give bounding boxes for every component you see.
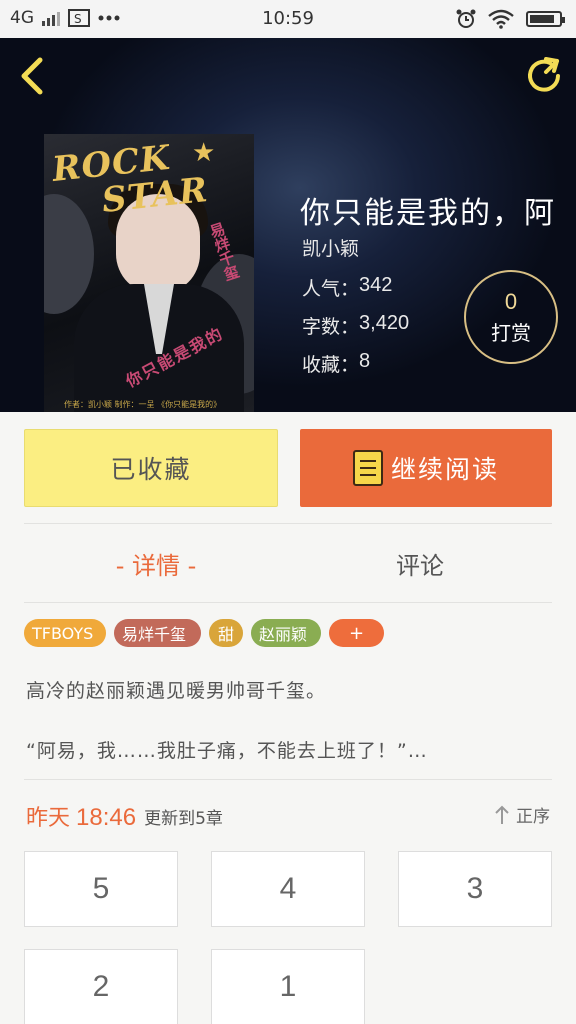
share-icon[interactable]	[524, 56, 564, 96]
status-bar: 4G S 10:59	[0, 0, 576, 38]
book-cover[interactable]: ROCK STAR ★ 易烊千玺 你只能是我的 作者：凯小颖 制作：一呈 《你只…	[44, 134, 254, 412]
divider	[24, 602, 552, 603]
stat-favorites: 收藏： 8	[302, 350, 371, 376]
tag-yiyang-qianxi[interactable]: 易烊千玺	[114, 619, 201, 647]
collected-label: 已收藏	[110, 455, 192, 484]
update-info: 昨天 18:46 更新到5章 正序	[26, 800, 552, 832]
book-icon	[352, 450, 383, 486]
continue-reading-label: 继续阅读	[390, 455, 499, 484]
tab-bar: - 详情 - 评论	[24, 524, 552, 602]
tab-details[interactable]: - 详情 -	[24, 524, 288, 602]
chapter-button[interactable]: 2	[24, 949, 178, 1024]
battery-icon	[526, 11, 565, 27]
stat-popularity: 人气： 342	[302, 274, 393, 300]
chapter-button[interactable]: 3	[398, 851, 552, 927]
sort-toggle[interactable]: 正序	[494, 802, 550, 827]
sort-label: 正序	[516, 807, 550, 827]
add-tag-button[interactable]: +	[329, 619, 384, 647]
chapter-button[interactable]: 5	[24, 851, 178, 927]
tag-sweet[interactable]: 甜	[209, 619, 243, 647]
tip-label: 打赏	[491, 320, 531, 345]
book-header: ROCK STAR ★ 易烊千玺 你只能是我的 作者：凯小颖 制作：一呈 《你只…	[0, 38, 576, 412]
book-title: 你只能是我的，阿	[300, 196, 556, 231]
tag-zhao-liying[interactable]: 赵丽颖	[251, 619, 321, 647]
star-icon: ★	[192, 138, 216, 168]
tag-tfboys[interactable]: TFBOYS	[24, 619, 106, 647]
tip-button[interactable]: 0 打赏	[464, 270, 558, 364]
stat-word-count: 字数： 3,420	[302, 312, 410, 338]
cover-credit: 作者：凯小颖 制作：一呈 《你只能是我的》	[64, 400, 222, 409]
description-line-1: 高冷的赵丽颖遇见暖男帅哥千玺。	[26, 680, 327, 702]
book-author[interactable]: 凯小颖	[302, 234, 359, 261]
status-right	[456, 9, 565, 29]
collected-button[interactable]: 已收藏	[24, 429, 278, 507]
back-button[interactable]	[14, 56, 50, 96]
chapter-button[interactable]: 4	[211, 851, 365, 927]
chapter-button[interactable]: 1	[211, 949, 365, 1024]
update-time: 昨天 18:46	[26, 804, 137, 831]
update-text: 更新到5章	[144, 808, 223, 829]
continue-reading-button[interactable]: 继续阅读	[300, 429, 552, 507]
tip-count: 0	[504, 288, 518, 314]
tag-list: TFBOYS 易烊千玺 甜 赵丽颖 +	[24, 619, 384, 647]
tab-comments[interactable]: 评论	[288, 524, 552, 602]
alarm-icon	[456, 9, 476, 28]
wifi-icon	[488, 9, 514, 29]
cover-title: ROCK STAR	[50, 137, 211, 221]
arrow-up-icon	[495, 805, 509, 824]
divider	[24, 779, 552, 780]
description-line-2[interactable]: “阿易，我……我肚子痛，不能去上班了！”…	[26, 736, 428, 763]
